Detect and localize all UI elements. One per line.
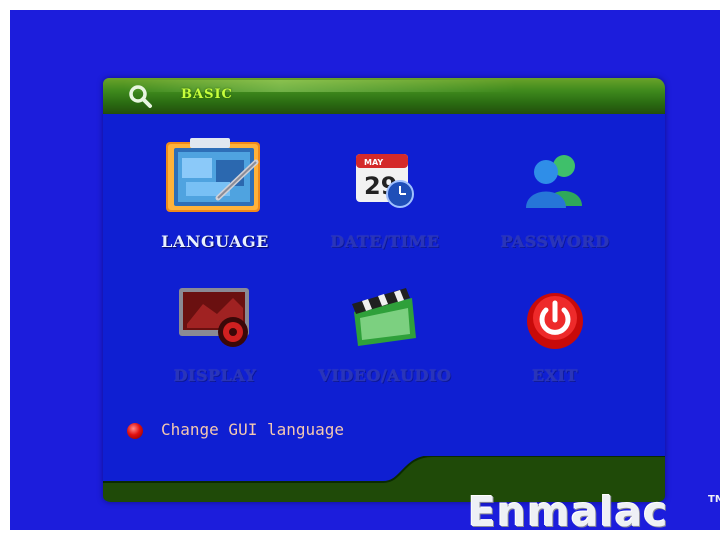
menu-item-video-audio[interactable]: VIDEO/AUDIO <box>295 284 475 394</box>
status-text: Change GUI language <box>161 420 345 439</box>
menu-item-exit[interactable]: EXIT <box>465 284 645 394</box>
language-icon <box>166 138 260 212</box>
display-settings-icon <box>179 288 249 347</box>
menu-item-label: EXIT <box>532 366 578 385</box>
status-indicator-icon <box>127 423 143 439</box>
calendar-clock-icon: MAY 29 <box>356 154 414 208</box>
menu-item-label: DISPLAY <box>173 366 257 385</box>
title-bar: BASIC <box>103 78 665 114</box>
users-icon <box>526 155 582 208</box>
calendar-month: MAY <box>364 158 383 167</box>
power-icon <box>527 293 583 349</box>
brand-logo: Enmalac <box>468 488 669 530</box>
menu-item-label: LANGUAGE <box>161 232 269 251</box>
basic-menu-panel: BASIC LANGUAGE MAY 29 DATE/TIME PASSWORD… <box>103 78 665 502</box>
panel-title: BASIC <box>181 87 233 102</box>
menu-item-language[interactable]: LANGUAGE <box>125 138 305 251</box>
menu-item-date-time[interactable]: MAY 29 DATE/TIME <box>295 138 475 251</box>
menu-item-label: PASSWORD <box>500 232 610 251</box>
screen-background: BASIC LANGUAGE MAY 29 DATE/TIME PASSWORD… <box>10 10 720 530</box>
search-icon <box>129 85 152 108</box>
menu-item-display[interactable]: DISPLAY <box>125 284 305 394</box>
clapperboard-icon <box>352 288 416 346</box>
menu-item-label: DATE/TIME <box>330 232 440 251</box>
menu-item-label: VIDEO/AUDIO <box>318 366 452 385</box>
brand-trademark: TM <box>708 494 720 505</box>
menu-item-password[interactable]: PASSWORD <box>465 138 645 251</box>
